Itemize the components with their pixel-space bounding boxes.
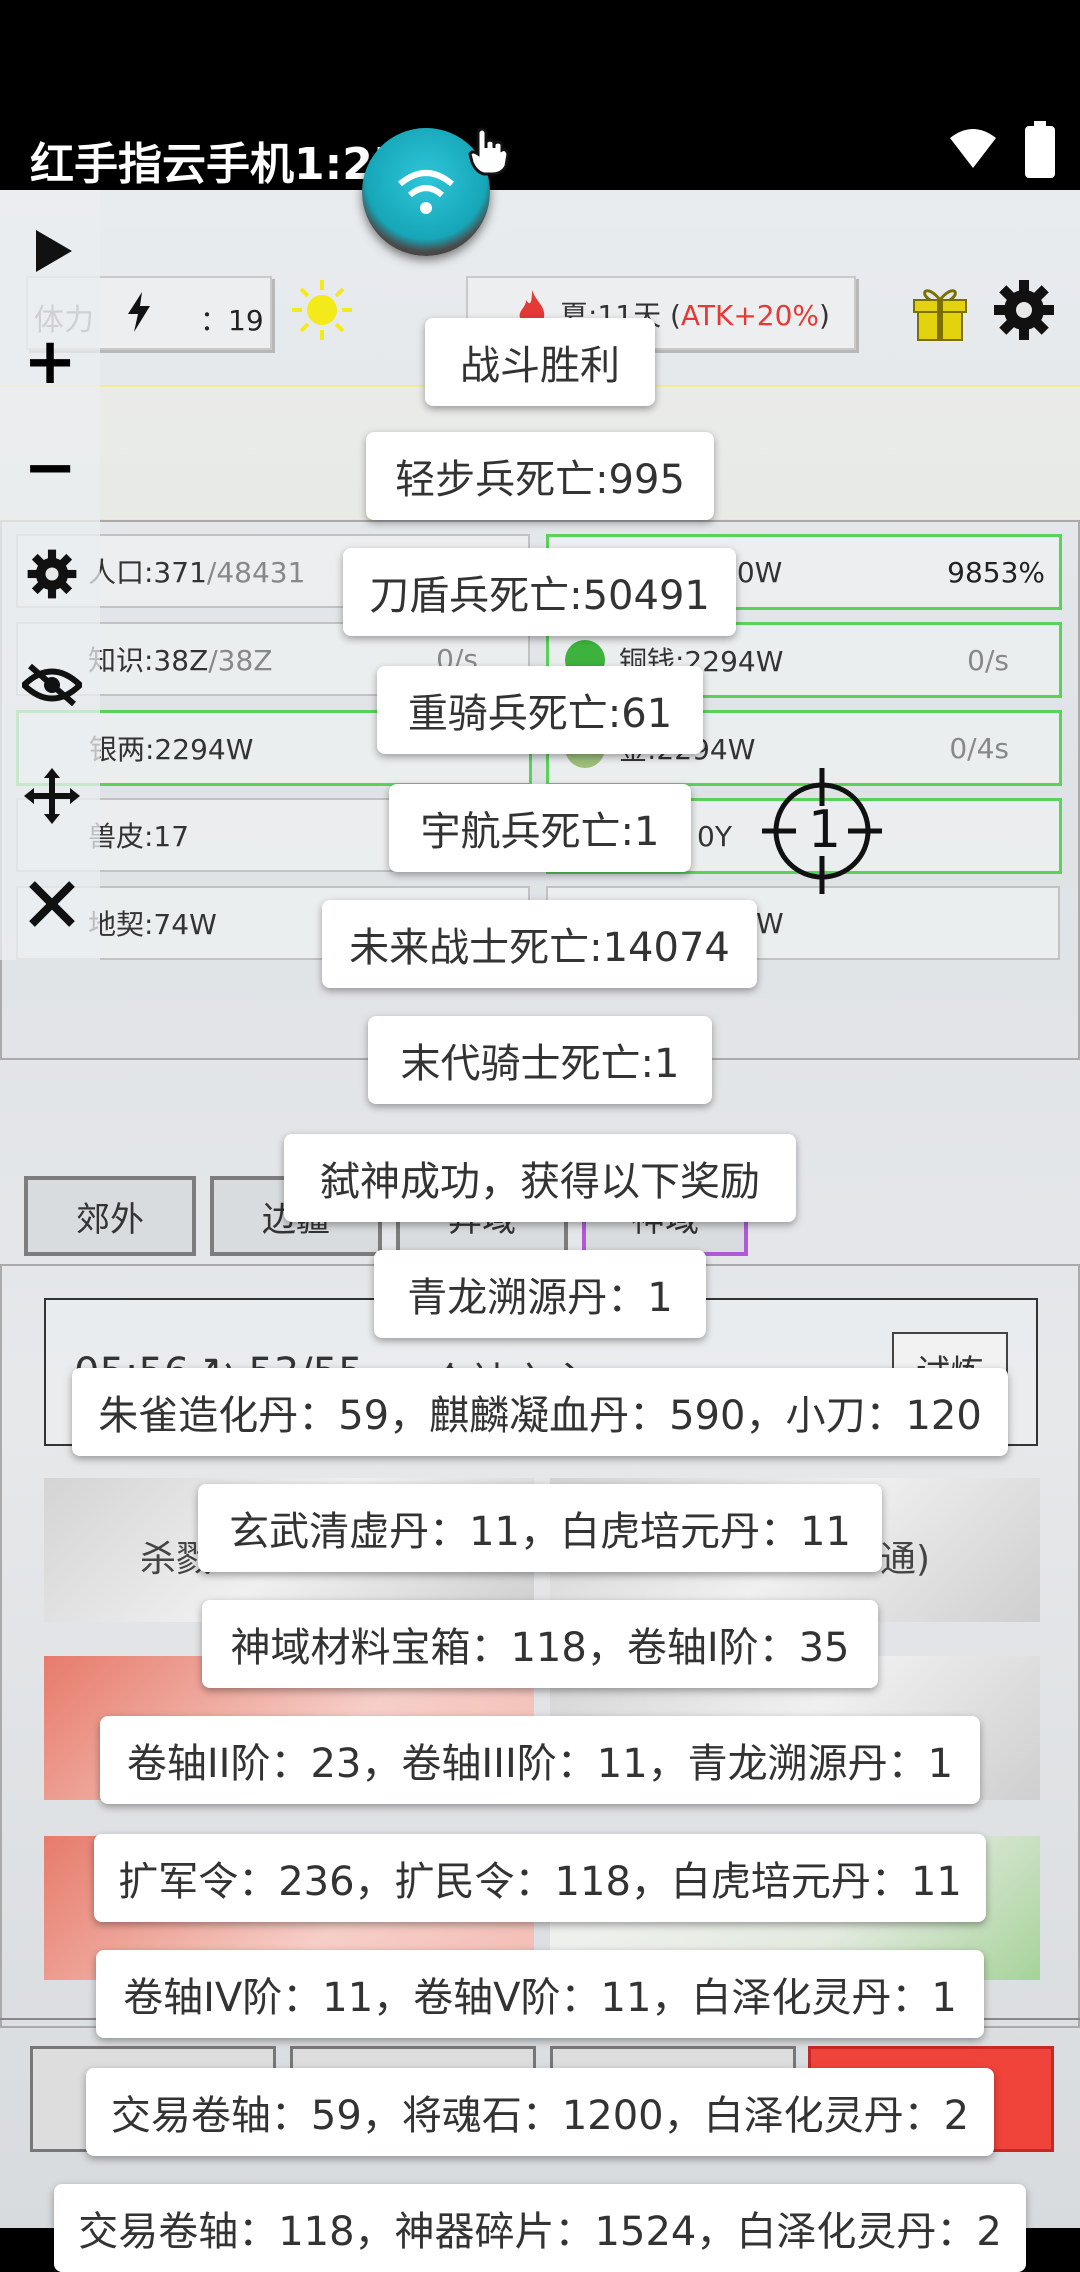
- toolbar-settings-icon[interactable]: [26, 548, 78, 600]
- resource-label: W: [756, 906, 784, 940]
- stamina-value: ：19: [200, 304, 264, 337]
- toast-message: 青龙溯源丹：1: [374, 1250, 706, 1338]
- battery-icon: [1025, 121, 1055, 178]
- resource-label: 知识:38Z/38Z: [88, 639, 273, 679]
- toast-message: 交易卷轴：59，将魂石：1200，白泽化灵丹：2: [86, 2068, 994, 2156]
- plus-icon[interactable]: +: [18, 325, 82, 399]
- play-icon[interactable]: [34, 228, 74, 274]
- resource-label: 0Y: [697, 819, 732, 853]
- close-icon[interactable]: [28, 880, 76, 928]
- resource-label: 银两:2294W: [89, 733, 254, 766]
- toast-message: 未来战士死亡:14074: [322, 900, 757, 988]
- resource-rate: 0/s: [967, 643, 1009, 677]
- toast-message: 玄武清虚丹：11，白虎培元丹：11: [198, 1484, 882, 1572]
- toast-message: 扩军令：236，扩民令：118，白虎培元丹：11: [94, 1834, 986, 1922]
- resource-population-value: 人口:371: [88, 556, 207, 589]
- resource-rate: 0/4s: [949, 731, 1009, 765]
- season-label-end: ): [819, 299, 830, 332]
- minus-icon[interactable]: −: [18, 431, 82, 505]
- status-bar-title: 红手指云手机1:25: [30, 139, 404, 190]
- resource-population-max: /48431: [206, 556, 306, 589]
- move-icon[interactable]: [24, 768, 80, 824]
- toast-message: 弑神成功，获得以下奖励: [284, 1134, 796, 1222]
- toast-message: 神域材料宝箱：118，卷轴I阶：35: [202, 1600, 878, 1688]
- toast-message: 卷轴II阶：23，卷轴III阶：11，青龙溯源丹：1: [100, 1716, 980, 1804]
- gift-icon[interactable]: [912, 280, 968, 342]
- lightning-icon: [128, 292, 150, 332]
- crosshair-number: 1: [808, 800, 842, 860]
- toast-message: 朱雀造化丹：59，麒麟凝血丹：590，小刀：120: [72, 1368, 1008, 1456]
- resource-label: 人口:371/48431: [88, 551, 305, 591]
- card-label: 通): [880, 1539, 931, 1580]
- resource-knowledge-value: 知识:38Z: [88, 644, 209, 677]
- tab-suburb[interactable]: 郊外: [24, 1176, 196, 1256]
- toast-message: 战斗胜利: [425, 318, 655, 406]
- resource-label: 兽皮:17: [88, 820, 190, 853]
- wifi-icon: [398, 170, 454, 214]
- touch-hand-icon: [468, 127, 510, 176]
- settings-gear-icon[interactable]: [992, 278, 1056, 342]
- resource-percent: 9853%: [947, 555, 1045, 589]
- wifi-signal-icon: [950, 129, 996, 168]
- toast-message: 卷轴IV阶：11，卷轴V阶：11，白泽化灵丹：1: [96, 1950, 984, 2038]
- toast-message: 轻步兵死亡:995: [366, 432, 714, 520]
- atk-bonus: ATK+20%: [680, 299, 820, 332]
- hide-eye-icon[interactable]: [22, 662, 82, 708]
- toast-message: 刀盾兵死亡:50491: [343, 548, 736, 636]
- toast-message: 末代骑士死亡:1: [368, 1016, 712, 1104]
- toast-message: 宇航兵死亡:1: [389, 784, 691, 872]
- resource-knowledge-max: /38Z: [208, 644, 273, 677]
- resource-label: 地契:74W: [88, 908, 217, 941]
- sun-weather-icon: [292, 280, 352, 340]
- toast-message: 交易卷轴：118，神器碎片：1524，白泽化灵丹：2: [54, 2184, 1026, 2272]
- toast-message: 重骑兵死亡:61: [377, 666, 703, 754]
